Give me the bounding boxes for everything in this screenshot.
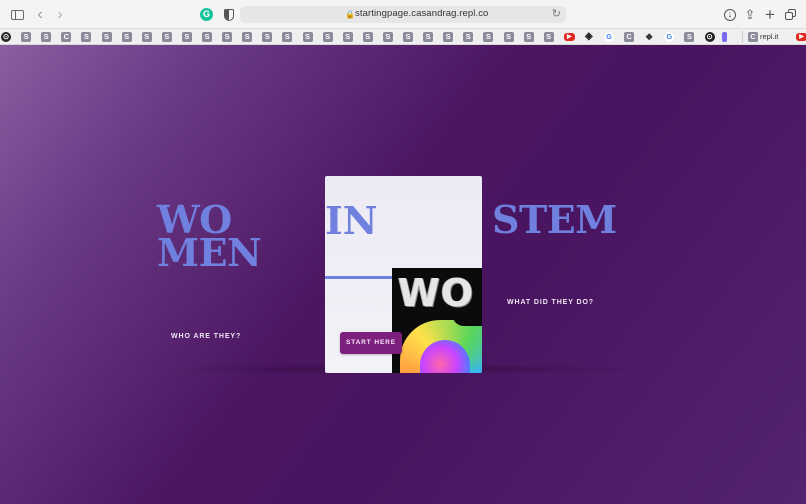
heading-stem: STEM <box>492 197 617 242</box>
favorite-s-icon[interactable]: S <box>684 32 695 42</box>
tab-repl[interactable]: C repl.it <box>743 29 795 45</box>
share-icon[interactable]: ⇪ <box>742 7 758 23</box>
favorite-c-icon[interactable]: C <box>624 32 635 42</box>
favorite-s-icon[interactable]: S <box>362 32 373 42</box>
youtube-favicon-icon[interactable]: ▶ <box>796 33 806 41</box>
tab-label: repl.it <box>760 32 779 41</box>
url-text[interactable]: startingpage.casandrag.repl.co <box>355 8 488 19</box>
favorite-s-icon[interactable]: S <box>543 32 554 42</box>
favorite-s-icon[interactable]: S <box>443 32 454 42</box>
replit-favicon-icon: C <box>748 32 758 42</box>
favorite-g-icon[interactable]: G <box>664 32 675 42</box>
favorite-s-icon[interactable]: S <box>423 32 434 42</box>
favorite-s-icon[interactable]: S <box>322 32 333 42</box>
what-did-they-do-link[interactable]: WHAT DID THEY DO? <box>507 299 594 306</box>
favorite-s-icon[interactable]: S <box>121 32 132 42</box>
sidebar-icon[interactable] <box>10 7 26 23</box>
artwork-image: WO <box>392 268 482 373</box>
favorite-s-icon[interactable]: S <box>463 32 474 42</box>
favorite-s-icon[interactable]: S <box>181 32 192 42</box>
chevron-left-icon[interactable]: ‹ <box>32 7 48 23</box>
reload-icon[interactable]: ↻ <box>552 7 561 20</box>
favorite-s-icon[interactable]: S <box>101 32 112 42</box>
favorite-s-icon[interactable]: S <box>161 32 172 42</box>
favorite-s-icon[interactable]: S <box>41 32 52 42</box>
favorite-s-icon[interactable]: S <box>282 32 293 42</box>
favorite-yt-icon[interactable]: ▶ <box>563 33 575 41</box>
favorite-s-icon[interactable]: S <box>262 32 273 42</box>
favorite-cx-icon[interactable]: ❖ <box>644 32 655 42</box>
favorite-c-icon[interactable]: C <box>61 32 72 42</box>
favorite-s-icon[interactable]: S <box>202 32 212 42</box>
favorite-s-icon[interactable]: S <box>302 32 313 42</box>
favorite-s-icon[interactable]: S <box>382 32 393 42</box>
favorite-d-icon[interactable]: ⊙ <box>1 32 11 42</box>
accent-line <box>325 276 400 279</box>
grammarly-icon[interactable]: G <box>200 8 213 21</box>
favorite-s-icon[interactable]: S <box>342 32 353 42</box>
shield-icon[interactable] <box>221 7 237 23</box>
favorite-s-icon[interactable]: S <box>81 32 92 42</box>
artwork-lettering: WO <box>398 271 475 315</box>
download-icon[interactable]: ↓ <box>722 7 738 23</box>
start-here-button[interactable]: START HERE <box>340 332 402 354</box>
lock-icon: 🔒 <box>345 10 355 19</box>
favorite-s-icon[interactable]: S <box>21 32 32 42</box>
favorite-s-icon[interactable]: S <box>483 32 494 42</box>
favorite-s-icon[interactable]: S <box>403 32 413 42</box>
who-are-they-link[interactable]: WHO ARE THEY? <box>171 333 241 340</box>
heading-men: MEN <box>157 230 262 275</box>
plus-icon[interactable]: + <box>762 6 778 23</box>
favorite-d-icon[interactable]: ⊙ <box>704 32 715 42</box>
browser-toolbar: ‹ › G 🔒 startingpage.casandrag.repl.co ↻… <box>0 0 806 29</box>
page-content: WO MEN IN WO STEM WHO ARE THEY? WHAT DID… <box>0 45 806 504</box>
favorite-cp-icon[interactable]: ◈ <box>583 32 594 42</box>
chevron-right-icon[interactable]: › <box>52 7 68 23</box>
favorite-v-icon[interactable] <box>721 32 727 42</box>
favorite-s-icon[interactable]: S <box>222 32 233 42</box>
favorite-s-icon[interactable]: S <box>141 32 152 42</box>
heading-in: IN <box>325 198 378 243</box>
address-bar[interactable]: 🔒 startingpage.casandrag.repl.co ↻ <box>240 6 566 23</box>
favorite-s-icon[interactable]: S <box>503 32 514 42</box>
favorite-s-icon[interactable]: S <box>242 32 253 42</box>
tab-overview-icon[interactable] <box>783 7 799 23</box>
favorite-s-icon[interactable]: S <box>523 32 534 42</box>
favorites-bar: ⊙ S S C S S S S S S S S S S S S S S S S S S S S S S S S ▶ ◈ G C ❖ G S ⊙ C r… <box>0 29 806 45</box>
favorite-g-icon[interactable]: G <box>604 32 614 42</box>
